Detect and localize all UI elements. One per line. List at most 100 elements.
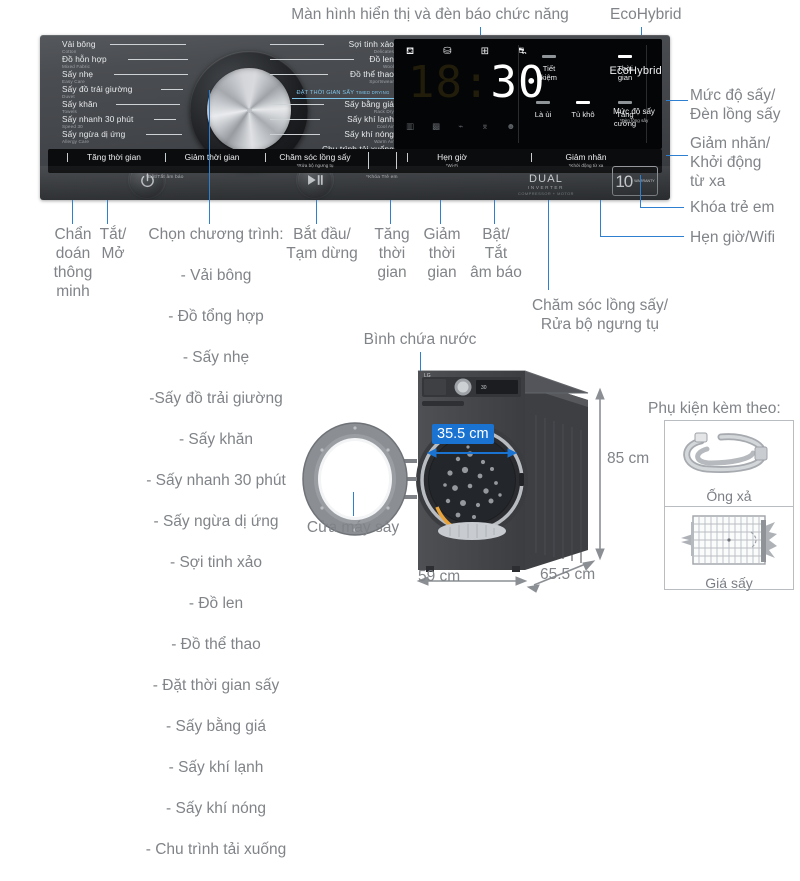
leader-smart-diagnosis [72,200,73,224]
control-panel: *Nhãn có giờ 3 quý để có các tính năng k… [40,35,670,200]
program-label: Đồ thể thao Sportswear [270,70,394,85]
leader-start-pause [316,200,317,224]
svg-text:30: 30 [481,385,487,391]
mode-bar [576,101,590,104]
program-label: Đồ len Wool [270,55,394,70]
program-item: - Sấy khí nóng [166,799,266,817]
program-item: - Đồ tổng hợp [168,307,264,325]
touch-decrease-time[interactable]: Giảm thời gian [165,152,252,162]
accessory-label: Ống xả [706,488,752,504]
drain-hose-icon [683,432,768,473]
program-item: - Sấy ngừa dị ứng [153,512,279,530]
hanger-icon: ⛾ [406,46,415,57]
child-lock-icon: ☻ [506,121,516,131]
hint-sound-toggle: *Bật/Tắt âm báo [146,175,184,180]
power-icon [140,172,154,187]
touch-tick [67,153,68,162]
program-label: Sợi tinh xảo Delicates [270,40,394,55]
touch-divider [368,152,369,169]
lcd-display: ⛾ ⛁ ⊞ ⛐ 18:30 ▥ ▩ ⌁ ⌆ ☻ Tiết kiệm Thời g… [394,39,662,149]
plug-icon: ⌁ [458,121,464,131]
leader-reduce-wrinkle-h [666,155,688,156]
leader-child-lock [640,175,641,207]
callout-decrease-time: Giảm thời gian [423,226,461,281]
leader-dry-level-h [666,100,688,101]
program-list-callout: - Vải bông - Đồ tổng hợp - Sấy nhẹ -Sấy … [124,245,308,881]
mode-bar [536,101,550,104]
program-item: - Vải bông [180,266,252,284]
callout-drum-care: Chăm sóc lồng sấy/ Rửa bộ ngưng tụ [531,297,669,333]
accessory-label: Giá sấy [705,575,753,591]
callout-dryer-door: Cửa máy sấy [306,519,400,536]
program-label: Sấy ngừa dị ứng Allergy Care [62,130,182,145]
iron-icon: ⛁ [443,46,452,57]
filter-icon: ▩ [432,121,441,131]
leader-child-lock-h [640,207,684,208]
no-iron-icon: ⛐ [517,46,527,57]
callout-ecohybrid: EcoHybrid [610,6,682,23]
program-item: - Chu trình tải xuống [145,840,287,858]
start-pause-button[interactable] [298,163,332,197]
touch-tick [407,153,408,162]
accessory-drying-rack: Giá sấy [665,510,793,593]
program-label: Sấy nhẹ Easy Care [62,70,188,85]
dimension-height: 85 cm [607,450,650,467]
callout-start-pause: Bắt đầu/ Tạm dừng [286,226,358,262]
callout-increase-time: Tăng thời gian [374,226,410,281]
mode-la-ui: Là ủi [526,101,560,119]
lcd-bottom-icons: ▥ ▩ ⌁ ⌆ ☻ [406,121,515,131]
drum-clean-icon: ▥ [406,121,415,131]
dry-level-indicator: Mức độ sấy *Đèn lồng sấy [613,107,655,123]
touch-increase-time[interactable]: Tăng thời gian [67,152,154,162]
mode-bar [542,55,556,58]
time-readout: 18:30 [408,61,545,105]
grid-icon: ⊞ [480,46,489,57]
program-item: - Sợi tinh xảo [169,553,262,571]
dimension-depth: 65.5 cm [540,566,596,583]
program-item: - Sấy nhanh 30 phút [146,471,286,489]
callout-display-title: Màn hình hiển thị và đèn báo chức năng [291,6,569,23]
leader-timer-wifi-h [600,236,684,237]
dimension-width: 59 cm [418,568,461,585]
callout-child-lock: Khóa trẻ em [690,199,775,216]
touch-reduce-wrinkle[interactable]: Giảm nhăn *Khởi động từ xa [531,152,634,169]
dryer-body: 30 LG [416,370,589,572]
program-item: - Đặt thời gian sấy [152,676,280,694]
touch-drum-care[interactable]: Chăm sóc lồng sấy *Rửa bộ ngưng tụ [265,152,358,169]
segment-ghost: 18: [408,57,491,108]
program-label: Sấy khí nóng Warm Air [270,130,394,145]
program-label: Sấy khăn Towels [62,100,182,115]
leader-program-knob [209,90,210,224]
ecohybrid-indicator: EcoHybrid [609,65,662,77]
leader-sound-toggle [494,200,495,224]
program-item: - Đồ thể thao [171,635,261,653]
leader-decrease-time [440,200,441,224]
program-item: - Sấy khí lạnh [168,758,264,776]
mode-tiet-kiem: Tiết kiệm [530,55,568,82]
touch-tick [265,153,266,162]
program-item: - Sấy nhẹ [182,348,250,366]
touch-button-bar: Tăng thời gian Giảm thời gian Chăm sóc l… [48,149,662,173]
callout-timer-wifi: Hẹn giờ/Wifi [690,229,776,246]
touch-timer-wifi[interactable]: Hẹn giờ *Wi-Fi [407,152,490,169]
callout-reduce-wrinkle: Giảm nhăn/ Khởi động từ xa [690,135,771,190]
program-label: Sấy đồ trải giường Duvet [62,85,183,100]
program-item: -Sấy đồ trải giường [149,389,283,407]
accessory-drain-hose: Ống xả [665,423,793,507]
program-label: Đồ hỗn hợp Mixed Fabric [62,55,188,70]
svg-text:LG: LG [424,373,431,379]
callout-program-select-title: Chọn chương trình: [148,226,284,243]
lcd-top-icons: ⛾ ⛁ ⊞ ⛐ [406,47,527,57]
program-label: Sấy khí lạnh Cool Air [270,115,394,130]
play-pause-icon [308,175,323,185]
leader-timer-wifi [600,200,601,236]
callout-sound-toggle: Bật/ Tắt âm báo [470,226,522,281]
timed-drying-band: ĐẶT THỜI GIAN SẤY TIMED DRYING [292,89,394,99]
accessories-title: Phụ kiện kèm theo: [648,400,781,417]
accessories-box: Ống xả Giá sấy [664,420,794,593]
dimension-drum-opening: 35.5 cm [432,424,494,444]
power-button[interactable] [130,163,164,197]
program-item: - Đồ len [188,594,244,612]
leader-increase-time [390,200,391,224]
program-list-right: Sợi tinh xảo Delicates Đồ len Wool Đồ th… [270,40,394,85]
